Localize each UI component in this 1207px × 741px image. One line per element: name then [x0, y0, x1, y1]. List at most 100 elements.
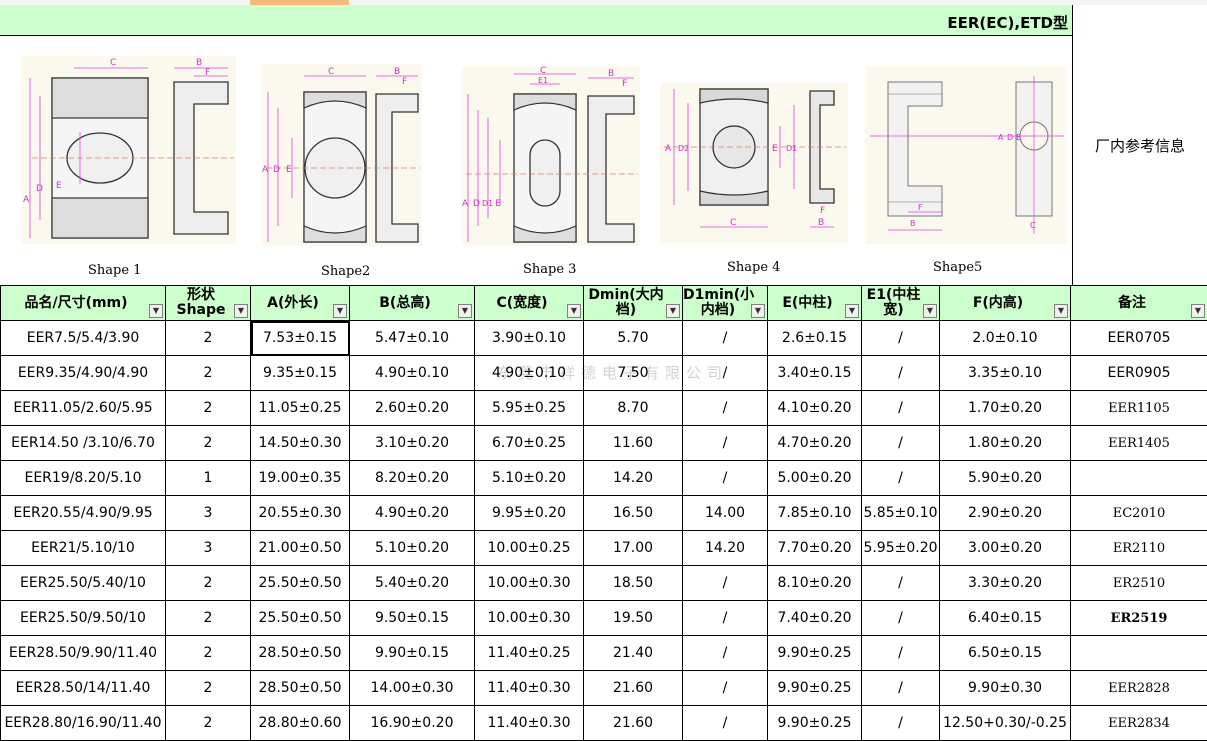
table-cell[interactable]: EER14.50 /3.10/6.70	[1, 426, 166, 461]
table-cell[interactable]: 11.40±0.25	[475, 636, 584, 671]
dropdown-arrow-icon[interactable]: ▼	[458, 304, 472, 318]
column-header-0[interactable]: 品名/尺寸(mm)▼	[1, 286, 166, 321]
table-cell[interactable]: 2	[166, 426, 251, 461]
table-cell[interactable]: 2	[166, 601, 251, 636]
table-cell[interactable]: 11.05±0.25	[251, 391, 350, 426]
table-cell[interactable]: /	[683, 601, 768, 636]
table-cell[interactable]: 5.10±0.20	[350, 531, 475, 566]
table-cell[interactable]: 2	[166, 636, 251, 671]
table-cell[interactable]: EER21/5.10/10	[1, 531, 166, 566]
table-cell[interactable]: 28.80±0.60	[251, 706, 350, 741]
table-cell[interactable]: 7.53±0.15	[251, 321, 350, 356]
table-cell[interactable]: 3.35±0.10	[940, 356, 1071, 391]
dropdown-arrow-icon[interactable]: ▼	[234, 304, 248, 318]
column-header-8[interactable]: E1(中柱宽)▼	[862, 286, 940, 321]
table-cell[interactable]: 17.00	[584, 531, 683, 566]
table-cell[interactable]: 16.90±0.20	[350, 706, 475, 741]
table-cell[interactable]: 11.60	[584, 426, 683, 461]
table-cell[interactable]: /	[862, 321, 940, 356]
table-cell[interactable]: /	[683, 671, 768, 706]
table-cell[interactable]: 6.40±0.15	[940, 601, 1071, 636]
table-cell[interactable]: 28.50±0.50	[251, 671, 350, 706]
table-cell[interactable]: 8.10±0.20	[768, 566, 862, 601]
table-cell[interactable]: 19.50	[584, 601, 683, 636]
table-cell[interactable]: 8.20±0.20	[350, 461, 475, 496]
table-cell[interactable]: 19.00±0.35	[251, 461, 350, 496]
table-cell[interactable]: 1.80±0.20	[940, 426, 1071, 461]
table-cell[interactable]: 2	[166, 706, 251, 741]
table-cell[interactable]: 2	[166, 321, 251, 356]
table-cell[interactable]: 4.70±0.20	[768, 426, 862, 461]
table-cell[interactable]: 16.50	[584, 496, 683, 531]
table-cell[interactable]: EER20.55/4.90/9.95	[1, 496, 166, 531]
dropdown-arrow-icon[interactable]: ▼	[567, 304, 581, 318]
table-cell[interactable]: 11.40±0.30	[475, 706, 584, 741]
table-cell[interactable]: /	[683, 461, 768, 496]
table-cell[interactable]: 9.95±0.20	[475, 496, 584, 531]
table-cell[interactable]: 3.00±0.20	[940, 531, 1071, 566]
table-cell[interactable]: 2	[166, 356, 251, 391]
table-cell[interactable]: /	[862, 671, 940, 706]
table-cell[interactable]: 5.00±0.20	[768, 461, 862, 496]
column-header-4[interactable]: C(宽度)▼	[475, 286, 584, 321]
table-cell[interactable]: /	[862, 636, 940, 671]
table-cell[interactable]: 5.10±0.20	[475, 461, 584, 496]
table-cell[interactable]: 2	[166, 391, 251, 426]
table-cell[interactable]: 9.35±0.15	[251, 356, 350, 391]
table-cell[interactable]: 2	[166, 671, 251, 706]
column-header-1[interactable]: 形状Shape▼	[166, 286, 251, 321]
column-header-7[interactable]: E(中柱)▼	[768, 286, 862, 321]
table-cell[interactable]: 9.90±0.30	[940, 671, 1071, 706]
table-cell[interactable]: 12.50+0.30/-0.25	[940, 706, 1071, 741]
table-cell[interactable]: /	[862, 426, 940, 461]
table-cell[interactable]: EER11.05/2.60/5.95	[1, 391, 166, 426]
table-cell[interactable]: EER1405	[1071, 426, 1207, 461]
table-cell[interactable]: 2.60±0.20	[350, 391, 475, 426]
table-cell[interactable]: ER2110	[1071, 531, 1207, 566]
table-cell[interactable]: 4.90±0.10	[350, 356, 475, 391]
column-header-5[interactable]: Dmin(大内档)▼	[584, 286, 683, 321]
table-cell[interactable]	[1071, 461, 1207, 496]
table-cell[interactable]: EER28.50/14/11.40	[1, 671, 166, 706]
table-cell[interactable]: 14.00±0.30	[350, 671, 475, 706]
table-cell[interactable]: EER28.80/16.90/11.40	[1, 706, 166, 741]
table-cell[interactable]: 10.00±0.30	[475, 566, 584, 601]
table-cell[interactable]: 5.95±0.20	[862, 531, 940, 566]
table-cell[interactable]: EER9.35/4.90/4.90	[1, 356, 166, 391]
dropdown-arrow-icon[interactable]: ▼	[1191, 304, 1205, 318]
factory-info-cell[interactable]: 厂内参考信息	[1072, 5, 1207, 285]
table-cell[interactable]: 9.50±0.15	[350, 601, 475, 636]
table-cell[interactable]: 14.20	[584, 461, 683, 496]
table-cell[interactable]: EER19/8.20/5.10	[1, 461, 166, 496]
table-cell[interactable]: 14.50±0.30	[251, 426, 350, 461]
table-cell[interactable]: 7.85±0.10	[768, 496, 862, 531]
table-cell[interactable]: /	[862, 566, 940, 601]
table-cell[interactable]: 3.10±0.20	[350, 426, 475, 461]
table-cell[interactable]: 3.30±0.20	[940, 566, 1071, 601]
table-cell[interactable]: 6.70±0.25	[475, 426, 584, 461]
table-cell[interactable]: 5.70	[584, 321, 683, 356]
table-cell[interactable]: /	[862, 461, 940, 496]
dropdown-arrow-icon[interactable]: ▼	[923, 304, 937, 318]
table-cell[interactable]: 7.40±0.20	[768, 601, 862, 636]
table-cell[interactable]: 9.90±0.15	[350, 636, 475, 671]
column-header-3[interactable]: B(总高)▼	[350, 286, 475, 321]
table-cell[interactable]: /	[862, 601, 940, 636]
table-cell[interactable]: 25.50±0.50	[251, 601, 350, 636]
table-cell[interactable]: EC2010	[1071, 496, 1207, 531]
table-cell[interactable]: EER28.50/9.90/11.40	[1, 636, 166, 671]
table-cell[interactable]: EER2834	[1071, 706, 1207, 741]
column-header-2[interactable]: A(外长)▼	[251, 286, 350, 321]
dropdown-arrow-icon[interactable]: ▼	[751, 304, 765, 318]
table-cell[interactable]: /	[683, 321, 768, 356]
table-cell[interactable]: 1.70±0.20	[940, 391, 1071, 426]
table-cell[interactable]: /	[683, 706, 768, 741]
dropdown-arrow-icon[interactable]: ▼	[845, 304, 859, 318]
table-cell[interactable]: 7.70±0.20	[768, 531, 862, 566]
table-cell[interactable]: 11.40±0.30	[475, 671, 584, 706]
table-cell[interactable]: EER25.50/9.50/10	[1, 601, 166, 636]
table-cell[interactable]: EER1105	[1071, 391, 1207, 426]
table-cell[interactable]: 3.40±0.15	[768, 356, 862, 391]
table-cell[interactable]: /	[683, 426, 768, 461]
table-cell[interactable]: 28.50±0.50	[251, 636, 350, 671]
